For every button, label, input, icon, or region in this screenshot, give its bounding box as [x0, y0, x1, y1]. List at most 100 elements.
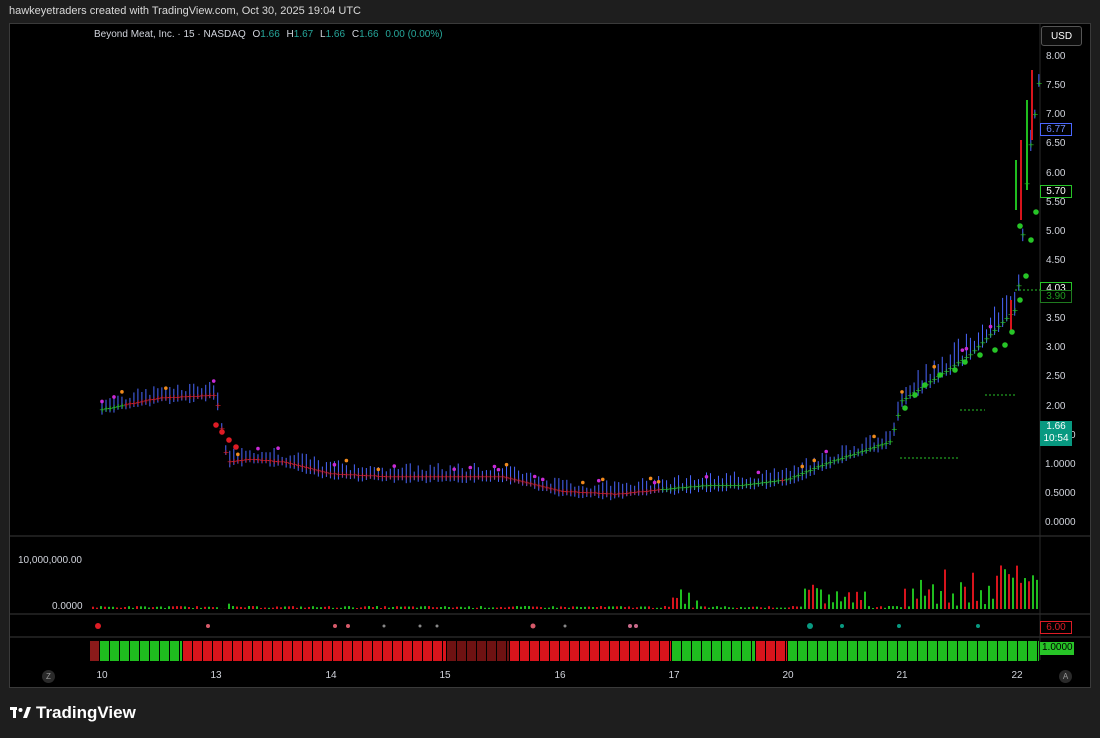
signal-dot: [332, 462, 337, 467]
signal-dot: [492, 464, 497, 469]
volume-bar: [792, 606, 794, 609]
volume-bar: [916, 598, 918, 609]
ribbon-marker: +: [1012, 306, 1019, 315]
volume-bar: [496, 607, 498, 609]
volume-bar: [572, 606, 574, 609]
trend-bar-cell: [457, 641, 466, 661]
volume-bar: [868, 606, 870, 609]
volume-bar: [116, 607, 118, 609]
volume-bar: [360, 607, 362, 609]
trend-bar-cell: [958, 641, 967, 661]
volume-bar: [524, 606, 526, 609]
zoom-z-button[interactable]: Z: [42, 670, 55, 683]
trend-bar-cell: [732, 641, 741, 661]
ribbon-marker: +: [1028, 140, 1035, 149]
signal-dot: [164, 386, 168, 390]
volume-bar: [656, 607, 658, 609]
signal-dot: [276, 446, 280, 451]
volume-bar: [1004, 569, 1006, 609]
volume-bar: [876, 607, 878, 609]
trend-bar-cell: [672, 641, 681, 661]
trend-bar-cell: [988, 641, 997, 661]
volume-bar: [504, 607, 506, 609]
volume-bar: [664, 606, 666, 609]
auto-scale-button[interactable]: A: [1059, 670, 1072, 683]
ribbon-marker: +: [215, 401, 222, 410]
volume-bar: [520, 606, 522, 609]
volume-bar: [168, 606, 170, 609]
volume-bar: [700, 606, 702, 609]
trailing-stop-dot: [922, 382, 928, 388]
volume-bar: [896, 606, 898, 609]
volume-bar: [1036, 579, 1038, 609]
volume-bar: [828, 594, 830, 609]
volume-bar: [684, 603, 686, 609]
volume-bar: [96, 607, 98, 609]
volume-bar: [296, 607, 298, 609]
price-badge: 3.90: [1040, 289, 1072, 303]
trailing-stop-dot: [233, 444, 239, 450]
volume-bar: [268, 607, 270, 609]
volume-bar: [192, 607, 194, 609]
trend-bar-cell: [413, 641, 422, 661]
price-axis-label: 5.50: [1046, 196, 1066, 208]
trend-bar-cell: [273, 641, 282, 661]
trailing-stop-dot: [1002, 342, 1008, 348]
volume-bar: [276, 606, 278, 609]
volume-bar: [212, 607, 214, 609]
volume-bar: [536, 606, 538, 609]
signal-dot: [112, 395, 116, 399]
volume-bar: [236, 606, 238, 609]
volume-bar: [880, 606, 882, 609]
volume-bar: [720, 607, 722, 609]
volume-bar: [604, 607, 606, 609]
trend-bar-cell: [343, 641, 352, 661]
volume-bar: [516, 606, 518, 609]
volume-bar: [668, 606, 670, 609]
volume-bar: [772, 607, 774, 609]
volume-bar: [320, 607, 322, 609]
volume-bar: [1024, 578, 1026, 609]
volume-bar: [488, 607, 490, 609]
signal-dot: [872, 434, 876, 439]
trend-bar-cell: [888, 641, 897, 661]
trend-bar-cell: [170, 641, 179, 661]
trend-bar-cell: [213, 641, 222, 661]
trailing-stop-dot: [1017, 297, 1023, 303]
volume-bar: [736, 607, 738, 609]
volume-bar: [924, 595, 926, 609]
trailing-stop-dot: [962, 359, 968, 365]
volume-bar: [724, 606, 726, 609]
trailing-stop-dot: [912, 392, 918, 398]
volume-bar: [132, 607, 134, 609]
signal-dot: [376, 467, 381, 472]
symbol-legend: Beyond Meat, Inc. · 15 · NASDAQ O1.66 H1…: [94, 29, 443, 40]
trend-bar-cell: [433, 641, 442, 661]
volume-bar: [248, 606, 250, 609]
trailing-stop-dot: [213, 422, 219, 428]
volume-bar: [1016, 565, 1018, 609]
volume-bar: [408, 606, 410, 609]
chart-canvas[interactable]: ++++++++++++++++++++++++++++++++++++++++…: [0, 0, 1100, 738]
time-axis-label: 16: [554, 670, 566, 681]
price-axis-label: 8.00: [1046, 51, 1066, 62]
trend-bar-cell: [752, 641, 755, 661]
volume-bar: [424, 606, 426, 609]
signal-panel-dot: [897, 624, 901, 628]
trend-bar-cell: [203, 641, 212, 661]
price-axis-label: 4.50: [1046, 254, 1066, 266]
volume-bar: [544, 607, 546, 609]
volume-bar: [216, 607, 218, 609]
volume-bar: [940, 591, 942, 609]
volume-bar: [728, 607, 730, 609]
volume-bar: [716, 606, 718, 609]
trend-bar-cell: [620, 641, 629, 661]
volume-bar: [160, 606, 162, 609]
price-axis-label: 0.0000: [1045, 517, 1076, 528]
currency-button[interactable]: USD: [1041, 26, 1082, 46]
trend-bar-cell: [580, 641, 589, 661]
volume-bar: [932, 584, 934, 609]
volume-bar: [816, 588, 818, 609]
volume-bar: [1020, 582, 1022, 609]
trailing-stop-dot: [1023, 273, 1029, 279]
